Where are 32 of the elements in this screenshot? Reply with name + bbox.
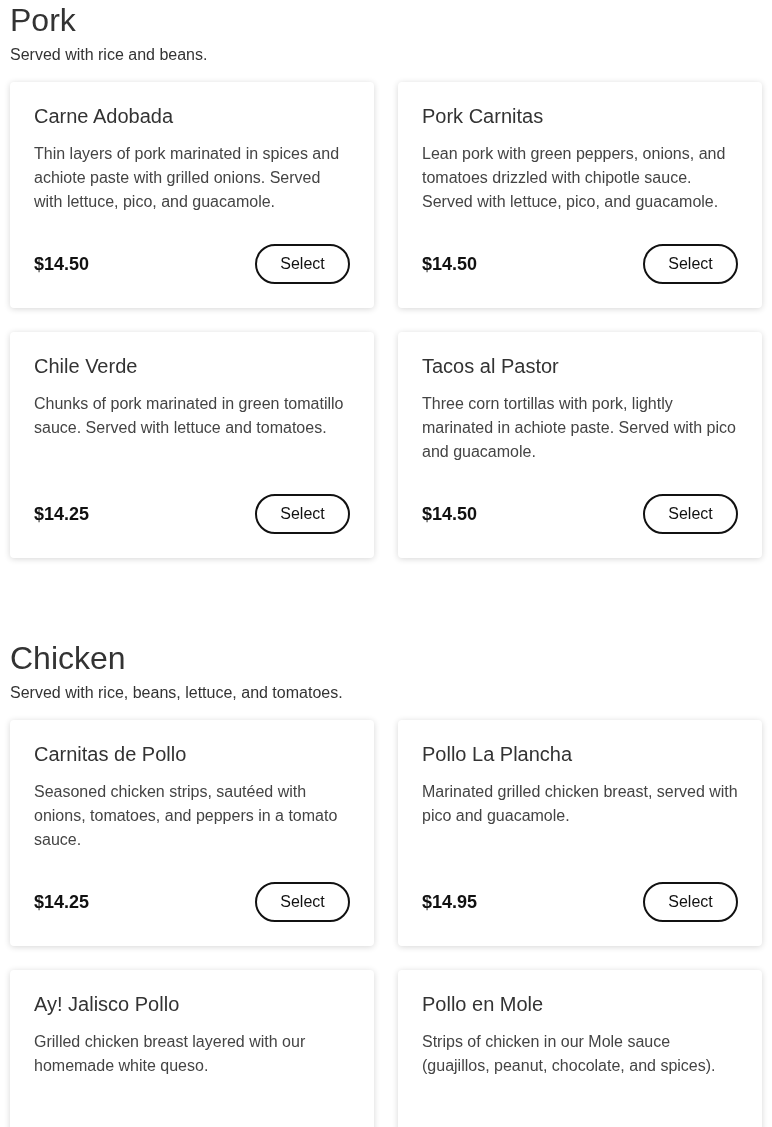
dish-description: Seasoned chicken strips, sautéed with onions, tomatoes, and peppers in a tomato sauce. [34, 782, 339, 850]
dish-description: Lean pork with green peppers, onions, and tomatoes drizzled with chipotle sauce. Served with lettuce, pico, and guacamole. [422, 144, 727, 212]
section-subtitle: Served with rice and beans. [10, 46, 209, 64]
dish-description: Grilled chicken breast layered with our homemade white queso. [34, 1032, 307, 1076]
dish-name: Tacos al Pastor [422, 354, 560, 379]
dish-description: Three corn tortillas with pork, lightly marinated in achiote paste. Served with pico and guacamole. [422, 394, 737, 462]
select-button[interactable]: Select [255, 244, 350, 284]
dish-name: Carnitas de Pollo [34, 742, 188, 767]
select-button[interactable]: Select [643, 882, 738, 922]
dish-name: Pork Carnitas [422, 104, 545, 129]
dish-name: Pollo en Mole [422, 992, 545, 1017]
dish-description: Strips of chicken in our Mole sauce (guajillos, peanut, chocolate, and spices). [422, 1032, 717, 1076]
dish-price: $14.50 [34, 253, 90, 275]
dish-price: $14.50 [422, 253, 478, 275]
section-heading: Chicken [10, 639, 127, 678]
select-button[interactable]: Select [643, 494, 738, 534]
dish-price: $14.25 [34, 891, 90, 913]
section-heading: Pork [10, 1, 77, 40]
dish-price: $14.25 [34, 503, 90, 525]
dish-name: Carne Adobada [34, 104, 174, 129]
dish-description: Thin layers of pork marinated in spices and achiote paste with grilled onions. Served with lettuce, pico, and guacamole. [34, 144, 341, 212]
dish-description: Chunks of pork marinated in green tomatillo sauce. Served with lettuce and tomatoes. [34, 394, 345, 438]
select-button[interactable]: Select [643, 244, 738, 284]
dish-name: Pollo La Plancha [422, 742, 574, 767]
dish-description: Marinated grilled chicken breast, served with pico and guacamole. [422, 782, 738, 826]
select-button[interactable]: Select [255, 494, 350, 534]
dish-name: Ay! Jalisco Pollo [34, 992, 181, 1017]
section-subtitle: Served with rice, beans, lettuce, and tomatoes. [10, 684, 344, 702]
dish-price: $14.50 [422, 503, 478, 525]
dish-price: $14.95 [422, 891, 478, 913]
select-button[interactable]: Select [255, 882, 350, 922]
dish-name: Chile Verde [34, 354, 139, 379]
